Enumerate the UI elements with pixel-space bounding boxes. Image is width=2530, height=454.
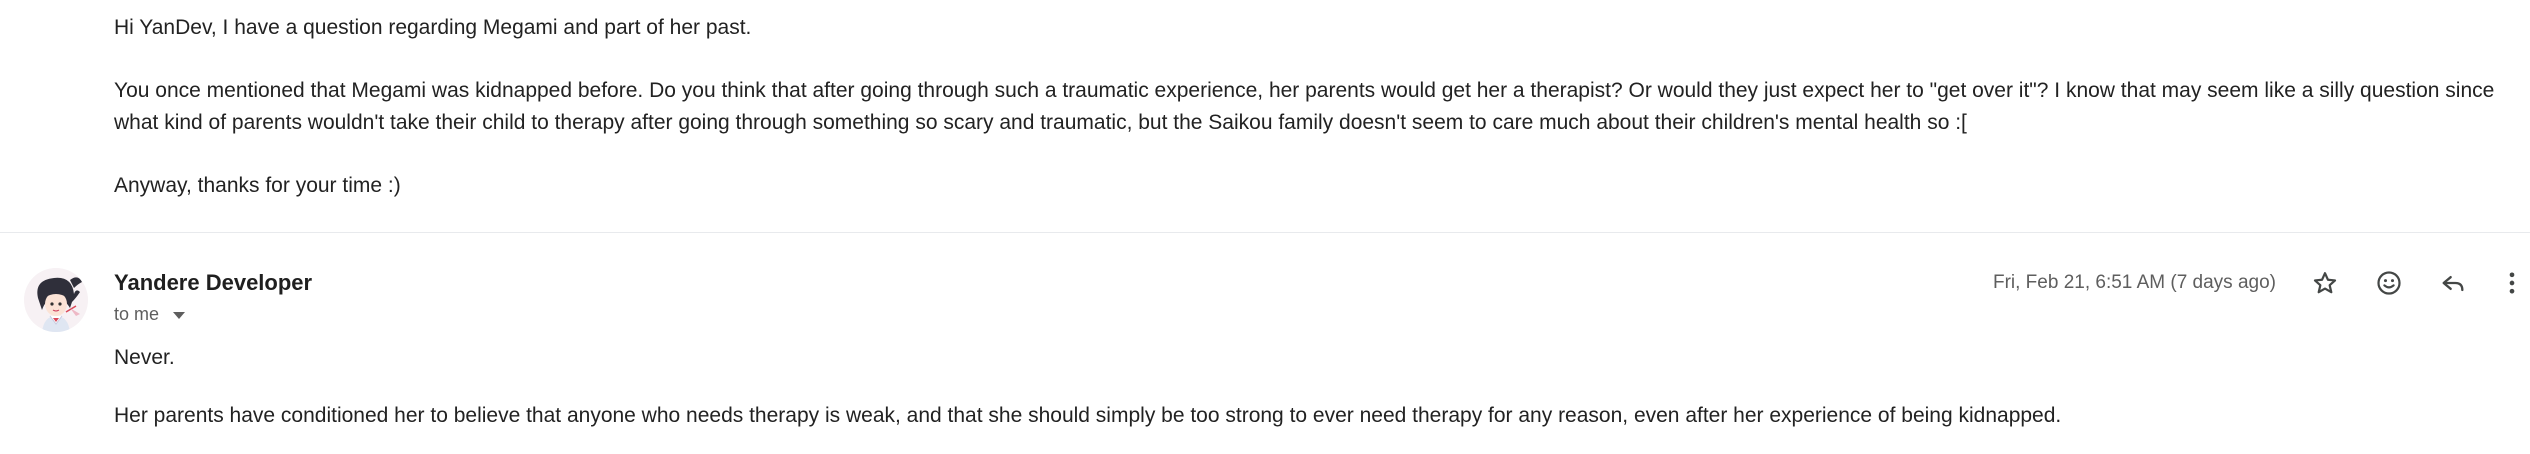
previous-message: Hi YanDev, I have a question regarding M… bbox=[0, 0, 2530, 232]
previous-message-greeting: Hi YanDev, I have a question regarding M… bbox=[114, 16, 752, 39]
previous-message-closing: Anyway, thanks for your time :) bbox=[114, 174, 401, 197]
previous-message-body-line-1: You once mentioned that Megami was kidna… bbox=[114, 79, 2495, 102]
reply-button[interactable] bbox=[2433, 263, 2473, 303]
sender-name[interactable]: Yandere Developer bbox=[114, 268, 312, 298]
more-vert-icon bbox=[2509, 272, 2515, 294]
message-timestamp: Fri, Feb 21, 6:51 AM (7 days ago) bbox=[1992, 272, 2276, 293]
more-options-button[interactable] bbox=[2497, 263, 2527, 303]
reply-body-line-2: Her parents have conditioned her to beli… bbox=[114, 404, 2062, 427]
add-reaction-button[interactable] bbox=[2369, 263, 2409, 303]
emoji-icon bbox=[2377, 271, 2401, 295]
message-divider bbox=[0, 232, 2530, 233]
reply-body-line-1: Never. bbox=[114, 346, 175, 369]
previous-message-body-line-2: what kind of parents wouldn't take their… bbox=[114, 111, 1967, 134]
recipient-details-toggle[interactable]: to me bbox=[114, 300, 186, 328]
reply-icon bbox=[2442, 276, 2464, 292]
avatar[interactable] bbox=[24, 268, 88, 332]
star-button[interactable] bbox=[2305, 263, 2345, 303]
recipient-label: to me bbox=[114, 303, 160, 324]
star-icon bbox=[2313, 272, 2337, 294]
avatar-image bbox=[24, 268, 88, 332]
chevron-down-icon bbox=[173, 311, 186, 319]
